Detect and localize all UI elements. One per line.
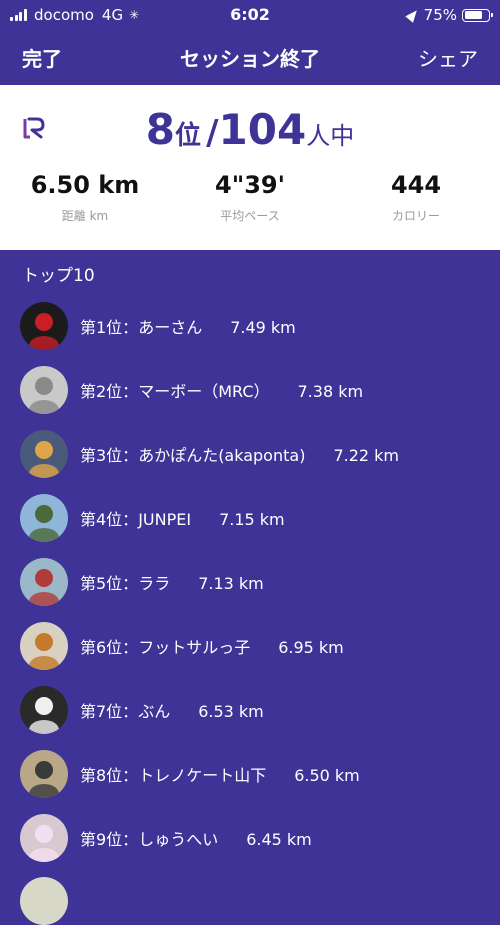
location-icon	[404, 7, 421, 23]
runner-distance: 7.15 km	[219, 510, 285, 529]
avatar	[20, 814, 68, 862]
battery-percent: 75%	[423, 6, 457, 24]
total-unit: 人中	[306, 122, 355, 150]
top10-title: トップ10	[22, 266, 95, 286]
session-summary: 8位 /104人中 6.50 km 距離 km 4"39' 平均ペース 444 …	[0, 85, 500, 250]
stat-label: カロリー	[391, 209, 440, 223]
avatar	[20, 302, 68, 350]
status-right: 75%	[404, 5, 493, 25]
avatar	[20, 430, 68, 478]
avatar	[20, 366, 68, 414]
rank-separator: /	[206, 113, 219, 153]
nav-bar: 完了 セッション終了 シェア	[0, 30, 500, 85]
avatar	[20, 750, 68, 798]
runner-name: トレノケート山下	[138, 766, 267, 785]
runner-name: ララ	[138, 574, 171, 593]
avatar	[20, 558, 68, 606]
runner-name: しゅうへい	[138, 830, 219, 849]
runner-name: フットサルっ子	[138, 638, 251, 657]
stat-label: 距離 km	[61, 209, 109, 223]
list-item[interactable]: 第2位：マーボー（MRC） 7.38 km	[0, 358, 500, 422]
avatar	[20, 494, 68, 542]
ranking-entry-text: 第4位：JUNPEI 7.15 km	[80, 506, 285, 530]
runner-name: ぶん	[138, 702, 171, 721]
list-item[interactable]: 第5位：ララ 7.13 km	[0, 550, 500, 614]
list-item[interactable]: 第3位：あかぽんた(akaponta) 7.22 km	[0, 422, 500, 486]
ranking-entry-text: 第6位：フットサルっ子 6.95 km	[80, 634, 344, 658]
rank-display: 8位 /104人中	[0, 105, 500, 154]
avatar	[20, 686, 68, 734]
rank-label: 第5位：	[80, 574, 139, 593]
avatar	[20, 622, 68, 670]
total-runners: 104	[218, 105, 307, 154]
stat-value: 4"39'	[215, 171, 285, 199]
rank-label: 第3位：	[80, 446, 139, 465]
ranking-entry-text: 第1位：あーさん 7.49 km	[80, 314, 296, 338]
ranking-entry-text: 第3位：あかぽんた(akaponta) 7.22 km	[80, 442, 399, 466]
share-button[interactable]: シェア	[418, 43, 478, 72]
list-item[interactable]: 第8位：トレノケート山下 6.50 km	[0, 742, 500, 806]
stat-distance: 6.50 km 距離 km	[0, 171, 170, 224]
battery-icon	[462, 8, 493, 22]
rank-label: 第8位：	[80, 766, 139, 785]
rank-label: 第9位：	[80, 830, 139, 849]
stat-calories: 444 カロリー	[331, 171, 500, 224]
avatar	[20, 877, 68, 925]
runner-distance: 7.38 km	[297, 382, 364, 401]
rank-value: 8	[145, 105, 176, 154]
ranking-entry-text: 第8位：トレノケート山下 6.50 km	[80, 762, 360, 786]
rank-unit: 位	[175, 121, 202, 151]
runner-distance: 6.50 km	[294, 766, 360, 785]
runner-distance: 7.22 km	[333, 446, 399, 465]
list-item[interactable]: 第9位：しゅうへい 6.45 km	[0, 806, 500, 870]
runner-name: あかぽんた(akaponta)	[138, 446, 306, 465]
ranking-entry-text: 第5位：ララ 7.13 km	[80, 570, 264, 594]
runner-name: マーボー（MRC）	[138, 382, 270, 401]
status-bar: docomo 4G ✳ 6:02 75%	[0, 0, 500, 30]
battery-fill	[464, 11, 482, 19]
stat-label: 平均ペース	[220, 209, 280, 223]
list-item[interactable]: 第7位：ぶん 6.53 km	[0, 678, 500, 742]
rank-label: 第2位：	[80, 382, 139, 401]
runner-distance: 7.49 km	[230, 318, 296, 337]
rank-label: 第4位：	[80, 510, 139, 529]
stat-value: 6.50 km	[30, 171, 140, 199]
list-item[interactable]: 第6位：フットサルっ子 6.95 km	[0, 614, 500, 678]
runner-name: あーさん	[138, 318, 203, 337]
list-item[interactable]: 第1位：あーさん 7.49 km	[0, 294, 500, 358]
runner-distance: 6.53 km	[198, 702, 264, 721]
runner-distance: 6.45 km	[246, 830, 312, 849]
list-item[interactable]: 第4位：JUNPEI 7.15 km	[0, 486, 500, 550]
ranking-entry-text: 第7位：ぶん 6.53 km	[80, 698, 264, 722]
rank-label: 第7位：	[80, 702, 139, 721]
rank-label: 第1位：	[80, 318, 139, 337]
stat-pace: 4"39' 平均ペース	[165, 171, 335, 224]
runner-name: JUNPEI	[138, 510, 192, 529]
runner-distance: 7.13 km	[198, 574, 264, 593]
rank-label: 第6位：	[80, 638, 139, 657]
runner-distance: 6.95 km	[278, 638, 344, 657]
ranking-entry-text: 第9位：しゅうへい 6.45 km	[80, 826, 312, 850]
ranking-entry-text: 第2位：マーボー（MRC） 7.38 km	[80, 378, 363, 402]
stat-value: 444	[390, 171, 442, 199]
